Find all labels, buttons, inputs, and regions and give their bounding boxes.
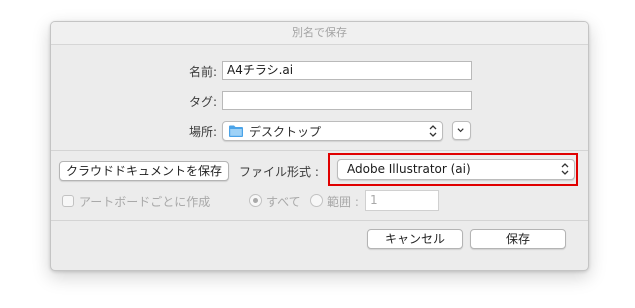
cancel-button[interactable]: キャンセル [367,229,463,249]
file-format-label: ファイル形式 : [239,165,319,179]
file-format-highlight [328,153,578,186]
dialog-title: 別名で保存 [51,22,588,45]
save-as-dialog: 別名で保存 名前: A4チラシ.ai タグ: 場所: デスクトップ クラウドドキ… [50,21,589,271]
range-radio-label: 範囲 : [327,195,359,209]
up-down-chevron-icon [429,125,437,137]
range-input[interactable]: 1 [365,190,439,211]
separator [51,220,588,221]
location-popup[interactable]: デスクトップ [222,121,443,141]
where-label: 場所: [188,125,217,139]
artboard-checkbox-label: アートボードごとに作成 [79,195,211,209]
artboard-checkbox[interactable] [62,195,74,207]
save-button[interactable]: 保存 [470,229,566,249]
tags-input[interactable] [222,91,472,110]
chevron-down-icon [457,128,464,133]
location-value: デスクトップ [249,125,322,139]
folder-icon [229,125,243,137]
tags-label: タグ: [188,95,217,109]
all-radio-label: すべて [266,195,301,209]
expand-button[interactable] [452,121,471,140]
save-cloud-document-button[interactable]: クラウドドキュメントを保存 [59,161,229,181]
name-input[interactable]: A4チラシ.ai [222,61,472,80]
all-radio[interactable] [249,194,262,207]
range-radio[interactable] [310,194,323,207]
name-label: 名前: [188,65,217,79]
separator [51,150,588,151]
